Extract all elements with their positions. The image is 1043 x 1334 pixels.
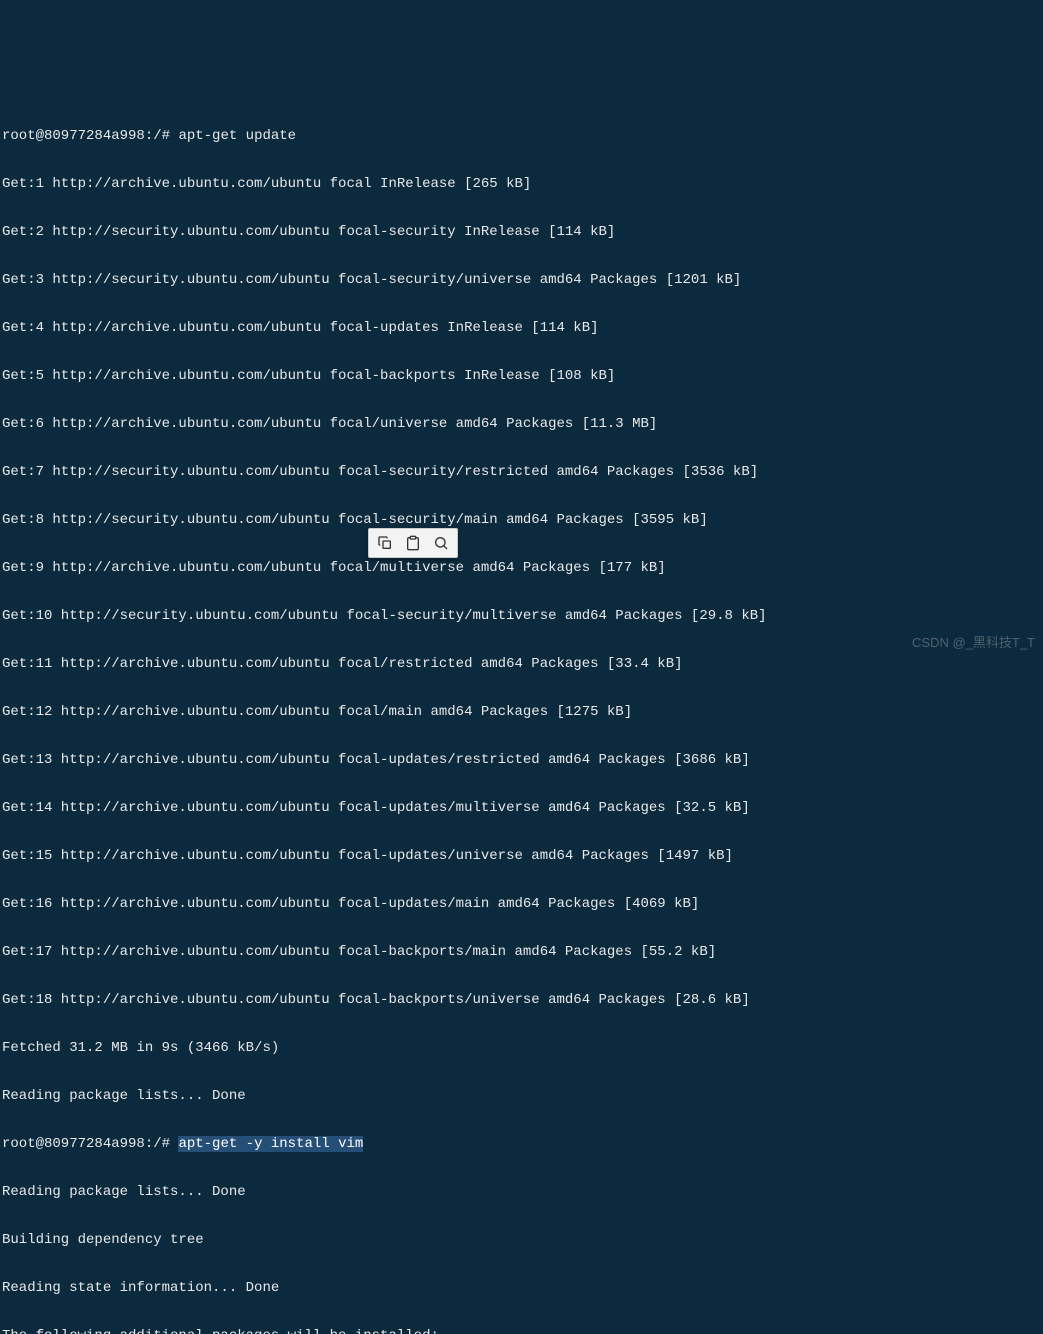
output-line: Get:4 http://archive.ubuntu.com/ubuntu f…	[2, 316, 1041, 340]
prompt-line-2: root@80977284a998:/# apt-get -y install …	[2, 1132, 1041, 1156]
paste-icon	[405, 535, 421, 551]
prompt-path: :/#	[145, 128, 170, 144]
output-line: Get:10 http://security.ubuntu.com/ubuntu…	[2, 604, 1041, 628]
paste-button[interactable]	[399, 531, 427, 555]
output-line: Get:11 http://archive.ubuntu.com/ubuntu …	[2, 652, 1041, 676]
output-line: Get:5 http://archive.ubuntu.com/ubuntu f…	[2, 364, 1041, 388]
prompt-line-1: root@80977284a998:/# apt-get update	[2, 124, 1041, 148]
watermark-text: CSDN @_黑科技T_T	[912, 631, 1035, 655]
output-line: The following additional packages will b…	[2, 1324, 1041, 1334]
highlighted-command-text: apt-get -y install vim	[178, 1136, 363, 1152]
output-line: Reading state information... Done	[2, 1276, 1041, 1300]
output-line: Get:2 http://security.ubuntu.com/ubuntu …	[2, 220, 1041, 244]
output-line: Get:8 http://security.ubuntu.com/ubuntu …	[2, 508, 1041, 532]
output-line: Get:13 http://archive.ubuntu.com/ubuntu …	[2, 748, 1041, 772]
copy-button[interactable]	[371, 531, 399, 555]
output-line: Get:18 http://archive.ubuntu.com/ubuntu …	[2, 988, 1041, 1012]
output-line: Get:7 http://security.ubuntu.com/ubuntu …	[2, 460, 1041, 484]
selection-toolbar	[368, 528, 458, 558]
command-text: apt-get update	[178, 128, 296, 144]
output-line: Get:3 http://security.ubuntu.com/ubuntu …	[2, 268, 1041, 292]
prompt-path: :/#	[145, 1136, 170, 1152]
output-line: Get:14 http://archive.ubuntu.com/ubuntu …	[2, 796, 1041, 820]
terminal-output[interactable]: root@80977284a998:/# apt-get update Get:…	[2, 100, 1041, 1334]
prompt-userhost: root@80977284a998	[2, 1136, 145, 1152]
output-line: Reading package lists... Done	[2, 1084, 1041, 1108]
output-line: Get:1 http://archive.ubuntu.com/ubuntu f…	[2, 172, 1041, 196]
output-line: Get:9 http://archive.ubuntu.com/ubuntu f…	[2, 556, 1041, 580]
output-line: Building dependency tree	[2, 1228, 1041, 1252]
output-line: Get:6 http://archive.ubuntu.com/ubuntu f…	[2, 412, 1041, 436]
prompt-userhost: root@80977284a998	[2, 128, 145, 144]
copy-icon	[377, 535, 393, 551]
output-line: Get:17 http://archive.ubuntu.com/ubuntu …	[2, 940, 1041, 964]
output-line: Get:12 http://archive.ubuntu.com/ubuntu …	[2, 700, 1041, 724]
output-line: Get:16 http://archive.ubuntu.com/ubuntu …	[2, 892, 1041, 916]
output-line: Get:15 http://archive.ubuntu.com/ubuntu …	[2, 844, 1041, 868]
search-button[interactable]	[427, 531, 455, 555]
search-icon	[433, 535, 449, 551]
output-line: Fetched 31.2 MB in 9s (3466 kB/s)	[2, 1036, 1041, 1060]
output-line: Reading package lists... Done	[2, 1180, 1041, 1204]
